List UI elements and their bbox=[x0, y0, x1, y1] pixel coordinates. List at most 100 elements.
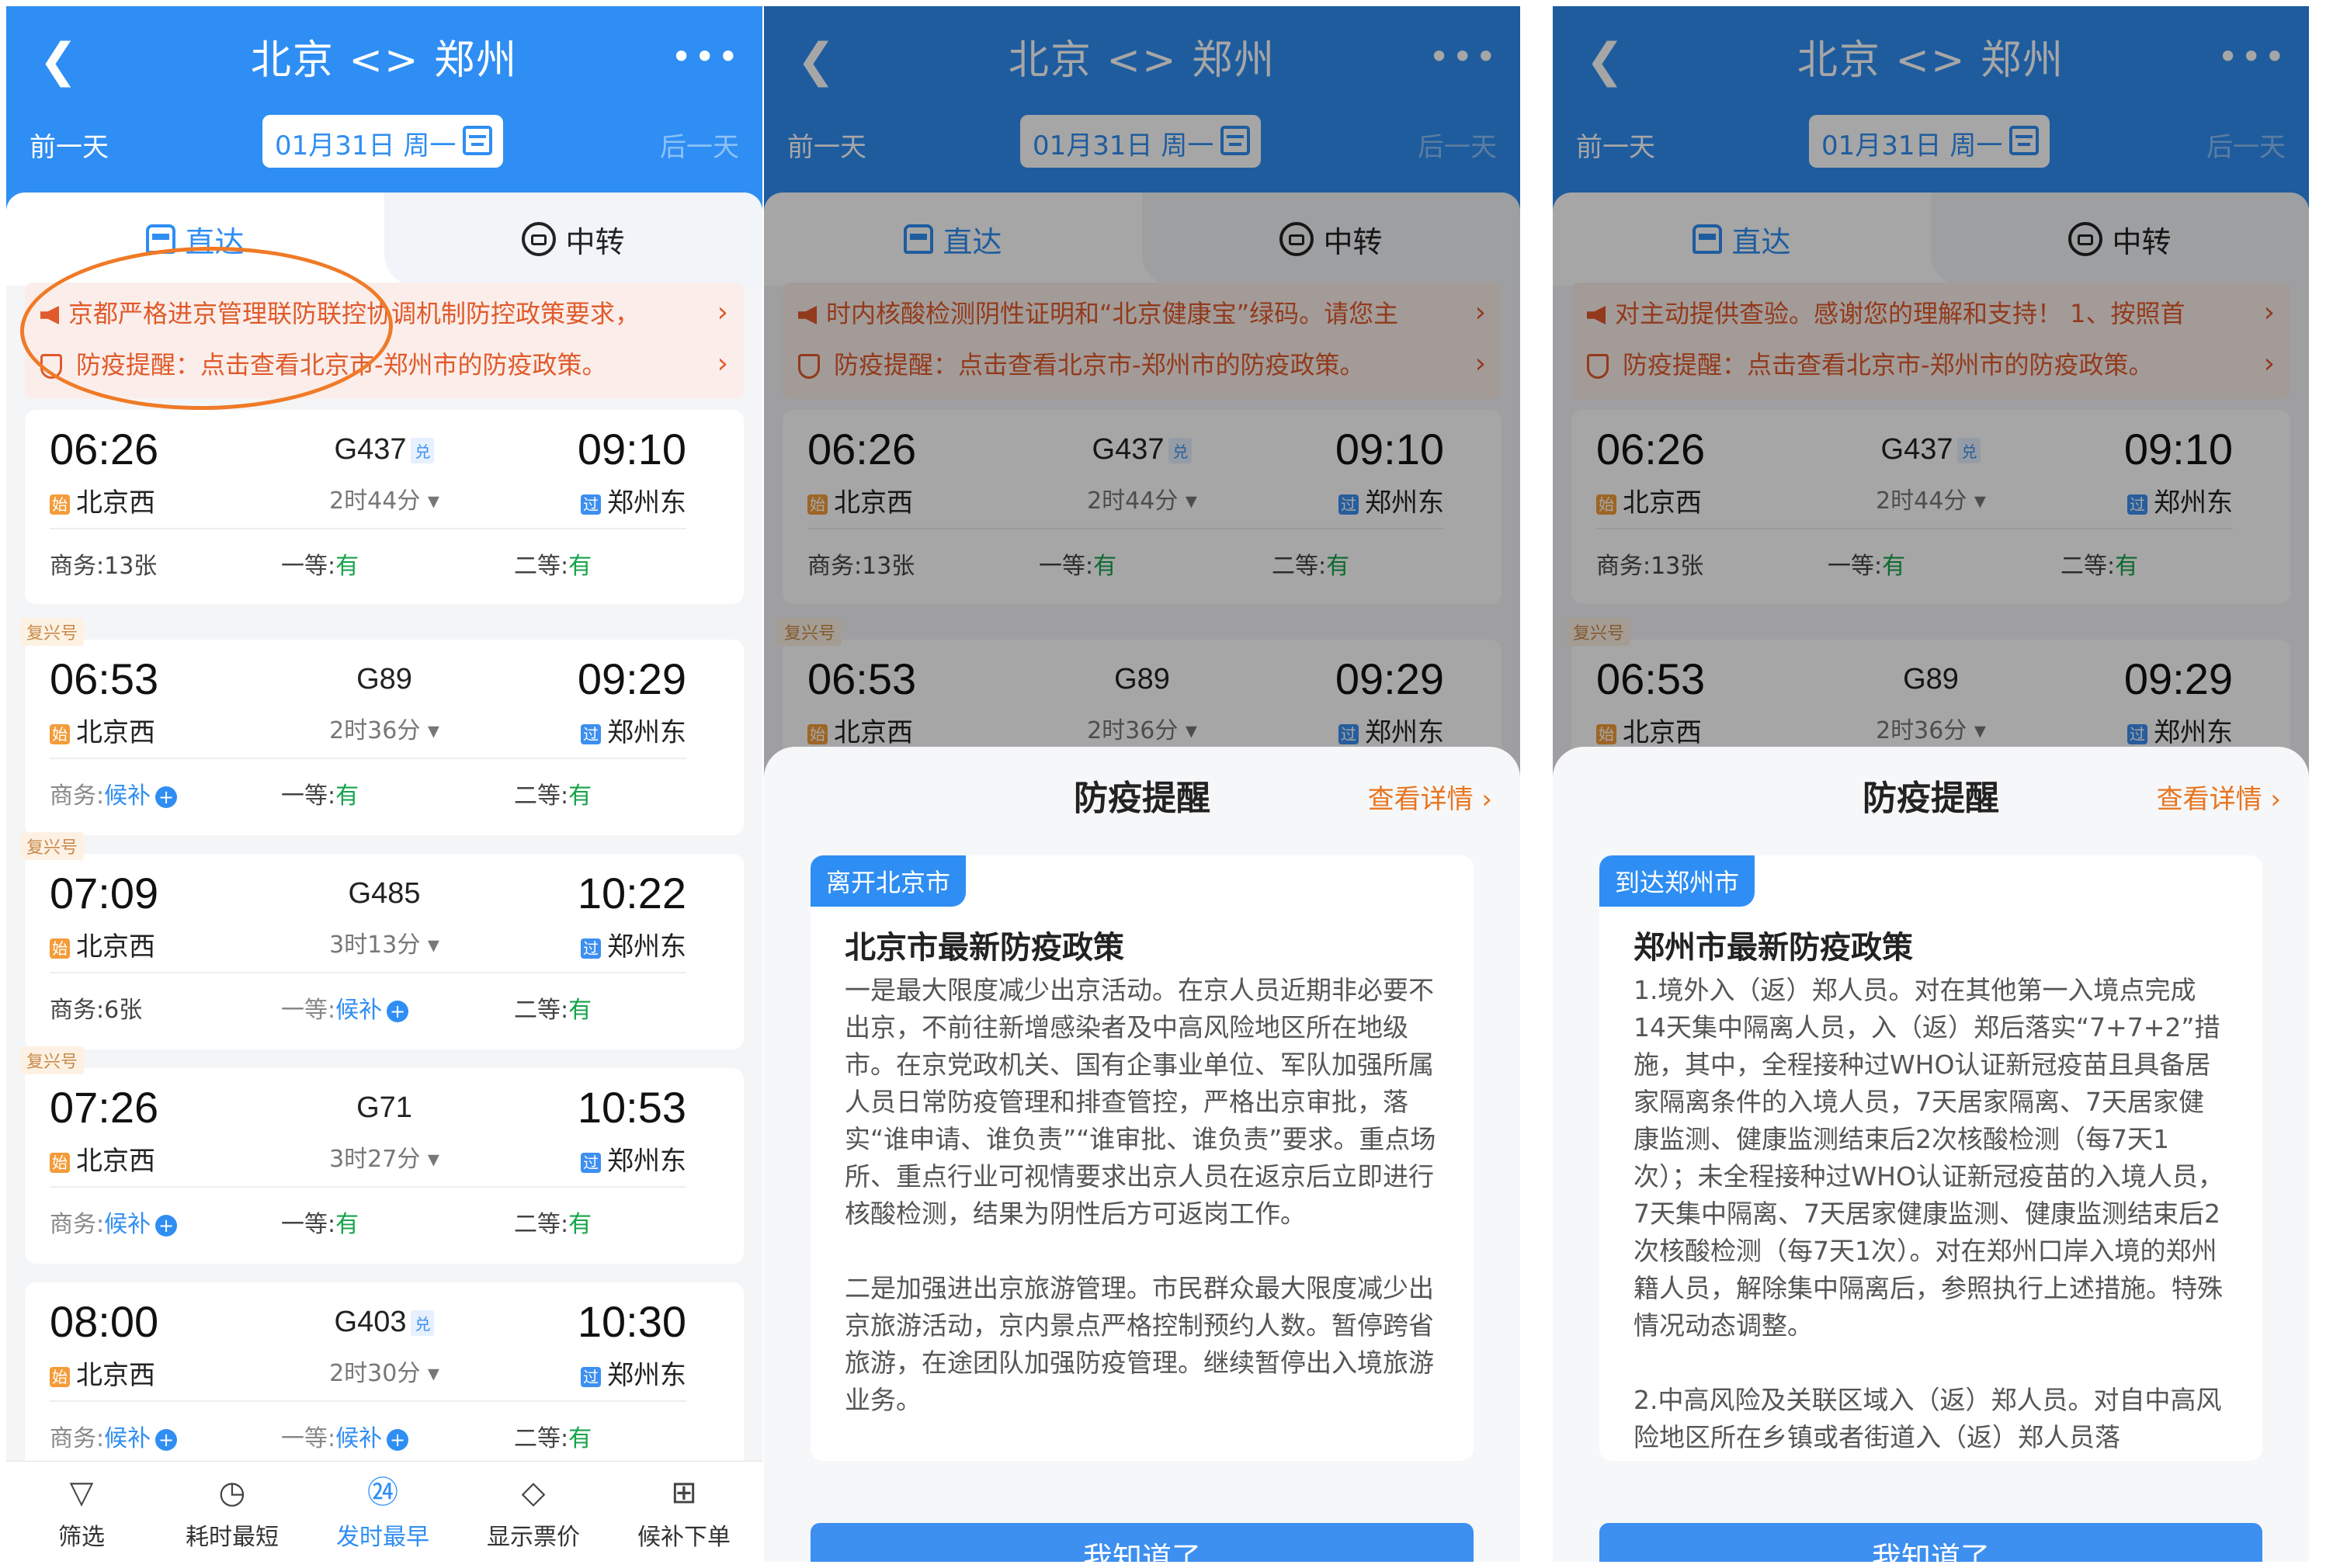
date-picker[interactable]: 01月31日 周一 bbox=[262, 115, 503, 168]
policy-sheet-screen-leave: ❮ 北京 <> 郑州 ••• 前一天 01月31日 周一 后一天 直达 中转 时… bbox=[764, 6, 1520, 1562]
arrival-station-name: 郑州东 bbox=[607, 931, 686, 963]
arrival-station-name: 郑州东 bbox=[607, 1360, 686, 1391]
toolbar-item[interactable]: ◇ 显示票价 bbox=[458, 1469, 609, 1562]
toolbar-item[interactable]: ◷ 耗时最短 bbox=[157, 1469, 307, 1562]
plus-circle-icon[interactable]: + bbox=[155, 1428, 178, 1451]
acknowledge-button[interactable]: 我知道了 bbox=[811, 1523, 1474, 1562]
seat-second[interactable]: 二等:有 bbox=[514, 546, 592, 581]
seat-value: 有 bbox=[568, 1211, 592, 1238]
seat-value: 6张 bbox=[104, 997, 143, 1024]
date-text: 01月31日 周一 bbox=[275, 130, 457, 161]
seat-label: 二等: bbox=[514, 1211, 569, 1238]
toolbar-label: 候补下单 bbox=[637, 1524, 731, 1551]
seat-biz[interactable]: 商务:13张 bbox=[50, 546, 157, 581]
duration-text: 3时13分 bbox=[329, 931, 421, 959]
tab-transfer-label: 中转 bbox=[565, 224, 625, 259]
chevron-right-icon: › bbox=[717, 348, 728, 380]
train-number-text: G403 bbox=[334, 1306, 407, 1338]
fuxing-badge: 复兴号 bbox=[20, 832, 85, 860]
arrival-time: 09:10 bbox=[577, 425, 686, 474]
pass-tag: 过 bbox=[581, 723, 601, 744]
toolbar-label: 显示票价 bbox=[487, 1524, 580, 1551]
toolbar-item[interactable]: ㉔发时最早 bbox=[307, 1469, 458, 1562]
epidemic-notice[interactable]: 京都严格进京管理联防联控协调机制防控政策要求， › 防疫提醒：点击查看北京市-郑… bbox=[25, 283, 744, 399]
arrival-station: 过郑州东 bbox=[581, 1140, 686, 1178]
duration-text: 3时27分 bbox=[329, 1146, 421, 1173]
policy-card[interactable]: 到达郑州市 郑州市最新防疫政策 1.境外入（返）郑人员。对在其他第一入境点完成1… bbox=[1599, 855, 2262, 1461]
tab-bar: 直达 中转 bbox=[6, 193, 762, 286]
calendar-icon bbox=[463, 126, 492, 155]
seat-value: 有 bbox=[568, 782, 592, 810]
card-divider bbox=[50, 528, 686, 529]
policy-reminder-line[interactable]: 防疫提醒：点击查看北京市-郑州市的防疫政策。 bbox=[40, 342, 697, 388]
plus-circle-icon[interactable]: + bbox=[155, 1214, 178, 1237]
tab-direct[interactable]: 直达 bbox=[6, 193, 384, 286]
train-icon bbox=[146, 224, 176, 254]
pass-tag: 过 bbox=[581, 938, 601, 959]
seat-first[interactable]: 一等:候补 + bbox=[281, 990, 409, 1025]
seat-label: 一等: bbox=[281, 553, 336, 580]
seat-second[interactable]: 二等:有 bbox=[514, 1205, 592, 1239]
seat-biz[interactable]: 商务:候补+ bbox=[50, 1205, 178, 1239]
train-card[interactable]: 复兴号06:53G8909:29始北京西2时36分 ▾过郑州东商务:候补+一等:… bbox=[20, 618, 744, 835]
shield-icon bbox=[40, 354, 62, 379]
seat-value: 候补 bbox=[104, 1425, 151, 1452]
policy-bottom-sheet: 防疫提醒 查看详情 › 到达郑州市 郑州市最新防疫政策 1.境外入（返）郑人员。… bbox=[1553, 747, 2309, 1562]
seat-value: 候补 bbox=[104, 782, 151, 810]
policy-card[interactable]: 离开北京市 北京市最新防疫政策 一是最大限度减少出京活动。在京人员近期非必要不出… bbox=[811, 855, 1474, 1461]
seat-label: 商务: bbox=[50, 1211, 105, 1238]
arrival-station: 过郑州东 bbox=[581, 481, 686, 519]
policy-paragraph: 1.境外入（返）郑人员。对在其他第一入境点完成14天集中隔离人员，入（返）郑后落… bbox=[1633, 975, 2224, 1341]
toolbar-item[interactable]: ▽ 筛选 bbox=[6, 1469, 157, 1562]
view-details-link[interactable]: 查看详情 › bbox=[2157, 778, 2281, 816]
policy-paragraph: 2.中高风险及关联区域入（返）郑人员。对自中高风险地区所在乡镇或者街道入（返）郑… bbox=[1633, 1385, 2222, 1461]
fuxing-badge: 复兴号 bbox=[20, 1046, 85, 1074]
seat-first[interactable]: 一等:有 bbox=[281, 546, 359, 581]
view-details-link[interactable]: 查看详情 › bbox=[1368, 778, 1492, 816]
plus-circle-icon[interactable]: + bbox=[155, 786, 178, 808]
plus-circle-icon[interactable]: + bbox=[387, 1428, 409, 1451]
seat-biz[interactable]: 商务:候补+ bbox=[50, 776, 178, 810]
prev-day-button[interactable]: 前一天 bbox=[30, 126, 109, 164]
train-card[interactable]: 复兴号 07:26 G71 10:53 始北京西 3时27分 ▾ 过郑州东 商务:候补 + 一等:… bbox=[20, 1046, 744, 1264]
seat-first[interactable]: 一等:有 bbox=[281, 1205, 359, 1239]
pass-tag: 过 bbox=[581, 494, 601, 515]
arrival-station: 过郑州东 bbox=[581, 711, 686, 749]
next-day-button[interactable]: 后一天 bbox=[660, 126, 739, 164]
seat-label: 二等: bbox=[514, 1425, 569, 1452]
seat-second[interactable]: 二等:有 bbox=[514, 1419, 592, 1453]
train-list-screen: ❮ 北京 <> 郑州 ••• 前一天 01月31日 周一 后一天 直达 中转 京… bbox=[6, 6, 762, 1562]
plus-circle-icon[interactable]: + bbox=[387, 1000, 409, 1022]
chevron-right-icon: › bbox=[717, 297, 728, 328]
seat-first[interactable]: 一等:候补 + bbox=[281, 1419, 409, 1453]
seat-second[interactable]: 二等:有 bbox=[514, 776, 592, 810]
notice-scroll-line[interactable]: 京都严格进京管理联防联控协调机制防控政策要求， bbox=[40, 290, 697, 337]
more-icon[interactable]: ••• bbox=[671, 29, 738, 92]
seat-biz[interactable]: 商务:候补+ bbox=[50, 1419, 178, 1453]
train-card[interactable]: 复兴号 07:09 G485 10:22 始北京西 3时13分 ▾ 过郑州东 商务:6张 一等:… bbox=[20, 832, 744, 1049]
duration-text: 2时36分 bbox=[329, 717, 421, 744]
seat-second[interactable]: 二等:有 bbox=[514, 990, 592, 1025]
acknowledge-button[interactable]: 我知道了 bbox=[1599, 1523, 2262, 1562]
seat-label: 一等: bbox=[281, 782, 336, 810]
card-divider bbox=[50, 758, 686, 759]
caret-down-icon: ▾ bbox=[420, 931, 439, 959]
seat-biz[interactable]: 商务:6张 bbox=[50, 990, 142, 1025]
notice-text: 京都严格进京管理联防联控协调机制防控政策要求， bbox=[68, 299, 641, 328]
policy-reminder-text: 防疫提醒：点击查看北京市-郑州市的防疫政策。 bbox=[76, 350, 607, 380]
train-card[interactable]: 08:00 G403 兑 10:30 始北京西 2时30分 ▾ 过郑州东 商务:候补 + 一等:候… bbox=[25, 1282, 744, 1478]
train-number-text: G71 bbox=[356, 1091, 412, 1124]
arrival-station: 过郑州东 bbox=[581, 925, 686, 963]
toolbar-item[interactable]: ⊞ 候补下单 bbox=[609, 1469, 759, 1562]
seat-label: 商务: bbox=[50, 553, 105, 580]
card-divider bbox=[50, 972, 686, 973]
policy-sheet-screen-arrive: ❮ 北京 <> 郑州 ••• 前一天 01月31日 周一 后一天 直达 中转 对… bbox=[1553, 6, 2309, 1562]
train-card[interactable]: 06:26 G437 兑 09:10 始北京西 2时44分 ▾ 过郑州东 商务:13张 一等:有… bbox=[25, 410, 744, 604]
seat-value: 有 bbox=[335, 1211, 359, 1238]
duration-text: 2时30分 bbox=[329, 1360, 421, 1387]
seat-first[interactable]: 一等:有 bbox=[281, 776, 359, 810]
train-number-text: G89 bbox=[356, 663, 412, 696]
tab-transfer[interactable]: 中转 bbox=[384, 193, 762, 286]
bottom-toolbar: ▽ 筛选 ◷ 耗时最短 ㉔发时最早 ◇ 显示票价 ⊞ 候补下单 bbox=[6, 1461, 762, 1562]
seat-label: 二等: bbox=[514, 782, 569, 810]
